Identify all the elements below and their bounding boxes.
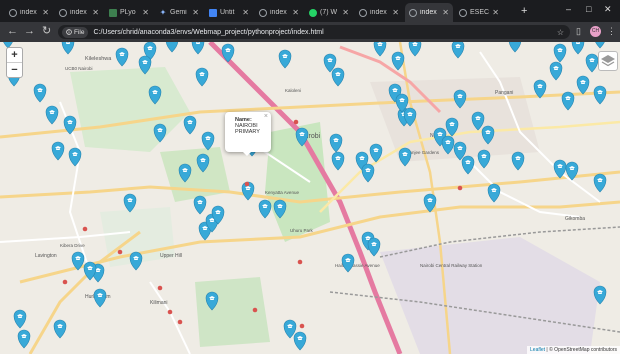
tab-close-icon[interactable]: ✕ bbox=[242, 8, 249, 17]
poi-dot bbox=[62, 279, 68, 285]
tab-title: Untit bbox=[220, 9, 235, 16]
gemini-icon: ✦ bbox=[159, 7, 167, 17]
tab-2[interactable]: index ✕ bbox=[55, 3, 103, 22]
forward-arrow-icon[interactable]: → bbox=[24, 25, 35, 38]
popup-name-value: NAIROBI PRIMARY bbox=[235, 123, 260, 135]
marker-popup: × Name: NAIROBI PRIMARY bbox=[225, 112, 271, 156]
info-icon bbox=[66, 29, 72, 35]
address-bar[interactable]: File C:/Users/chrid/anaconda3/envs/Webma… bbox=[58, 25, 570, 39]
poi-dot bbox=[167, 309, 173, 315]
browser-toolbar: ← → ↻ File C:/Users/chrid/anaconda3/envs… bbox=[0, 22, 620, 42]
map-label: Upper Hill bbox=[160, 253, 182, 259]
tab-title: ESEC bbox=[470, 9, 490, 16]
map-label: UCB0 Nairobi bbox=[65, 66, 93, 71]
poi-dot bbox=[82, 226, 88, 232]
tab-close-icon[interactable]: ✕ bbox=[292, 8, 299, 17]
poi-dot bbox=[293, 119, 299, 125]
globe-icon bbox=[359, 8, 367, 17]
sidebar-icon[interactable]: ▯ bbox=[576, 25, 581, 38]
bookmark-star-icon[interactable]: ☆ bbox=[557, 28, 564, 37]
zoom-control: + − bbox=[6, 47, 23, 78]
tab-close-icon[interactable]: ✕ bbox=[192, 8, 199, 17]
layers-button[interactable] bbox=[598, 51, 618, 71]
tab-title: index bbox=[420, 9, 437, 16]
map-tiles: NairobiKileleshwaLavingtonKilimaniHurlin… bbox=[0, 42, 620, 354]
tab-close-icon[interactable]: ✕ bbox=[342, 8, 349, 17]
tab-title: index bbox=[70, 9, 87, 16]
tab-4[interactable]: ✦ Gemi ✕ bbox=[155, 3, 203, 22]
globe-icon bbox=[459, 8, 467, 17]
profile-avatar[interactable]: CH bbox=[590, 26, 601, 37]
tab-close-icon[interactable]: ✕ bbox=[42, 8, 49, 17]
map-label: Kileleshwa bbox=[85, 56, 112, 62]
tab-title: index bbox=[370, 9, 387, 16]
poi-dot bbox=[297, 259, 303, 265]
poi-dot bbox=[177, 319, 183, 325]
map-attribution: Leaflet | © OpenStreetMap contributors bbox=[527, 346, 620, 354]
poi-dot bbox=[457, 185, 463, 191]
poi-dot bbox=[299, 323, 305, 329]
map-view[interactable]: NairobiKileleshwaLavingtonKilimaniHurlin… bbox=[0, 42, 620, 354]
back-arrow-icon[interactable]: ← bbox=[7, 25, 18, 38]
tab-close-icon[interactable]: ✕ bbox=[92, 8, 99, 17]
tab-title: (7) W bbox=[320, 9, 338, 16]
map-label: Kilimani bbox=[150, 300, 168, 306]
attribution-text: | © OpenStreetMap contributors bbox=[545, 347, 617, 353]
reload-icon[interactable]: ↻ bbox=[42, 25, 51, 38]
tab-9[interactable]: index ✕ bbox=[405, 3, 453, 22]
map-label: Uhuru Park bbox=[290, 228, 314, 233]
tab-3[interactable]: PLyo ✕ bbox=[105, 3, 153, 22]
new-tab-button[interactable]: + bbox=[521, 5, 527, 17]
globe-icon bbox=[59, 8, 67, 17]
map-label: Kibera Drive bbox=[60, 243, 85, 248]
tab-7[interactable]: (7) W ✕ bbox=[305, 3, 353, 22]
globe-icon bbox=[9, 8, 17, 17]
map-label: Gikomba bbox=[565, 216, 585, 222]
maximize-button[interactable]: □ bbox=[586, 4, 591, 14]
tab-close-icon[interactable]: ✕ bbox=[392, 8, 399, 17]
tab-title: index bbox=[20, 9, 37, 16]
zoom-in-button[interactable]: + bbox=[7, 48, 22, 62]
whatsapp-icon bbox=[309, 8, 317, 17]
globe-icon bbox=[409, 8, 417, 17]
tab-8[interactable]: index ✕ bbox=[355, 3, 403, 22]
poi-dot bbox=[252, 307, 258, 313]
map-label: Nairobi Central Railway Station bbox=[420, 263, 483, 268]
tab-close-icon[interactable]: ✕ bbox=[492, 8, 499, 17]
tab-close-icon[interactable]: ✕ bbox=[442, 8, 449, 17]
tab-title: PLyo bbox=[120, 9, 136, 16]
jupyter-icon bbox=[209, 8, 217, 17]
tab-title: index bbox=[270, 9, 287, 16]
file-chip[interactable]: File bbox=[62, 26, 89, 38]
minimize-button[interactable]: – bbox=[566, 4, 571, 14]
url-text: C:/Users/chrid/anaconda3/envs/Webmap_pro… bbox=[93, 28, 324, 36]
map-label: Haile Selassie Avenue bbox=[335, 263, 380, 268]
tab-10[interactable]: ESEC ✕ bbox=[455, 3, 503, 22]
map-label: Kaloleni bbox=[285, 88, 301, 93]
tab-1[interactable]: index ✕ bbox=[5, 3, 53, 22]
poi-dot bbox=[117, 249, 123, 255]
map-label: Lavington bbox=[35, 253, 57, 259]
map-label: Pangani bbox=[495, 90, 513, 96]
file-chip-label: File bbox=[74, 28, 85, 36]
zoom-out-button[interactable]: − bbox=[7, 62, 22, 77]
poi-dot bbox=[244, 181, 250, 187]
globe-icon bbox=[259, 8, 267, 17]
close-window-button[interactable]: ✕ bbox=[604, 4, 612, 15]
tab-6[interactable]: index ✕ bbox=[255, 3, 303, 22]
tab-close-icon[interactable]: ✕ bbox=[142, 8, 149, 17]
layers-icon bbox=[601, 55, 615, 67]
map-label: Kenyatta Avenue bbox=[265, 190, 299, 195]
leaflet-link[interactable]: Leaflet bbox=[530, 347, 545, 353]
poi-dot bbox=[157, 285, 163, 291]
popup-close-button[interactable]: × bbox=[264, 113, 268, 120]
menu-dots-icon[interactable]: ⋮ bbox=[607, 25, 616, 38]
tab-5[interactable]: Untit ✕ bbox=[205, 3, 253, 22]
tab-title: Gemi bbox=[170, 9, 187, 16]
python-icon bbox=[109, 8, 117, 17]
